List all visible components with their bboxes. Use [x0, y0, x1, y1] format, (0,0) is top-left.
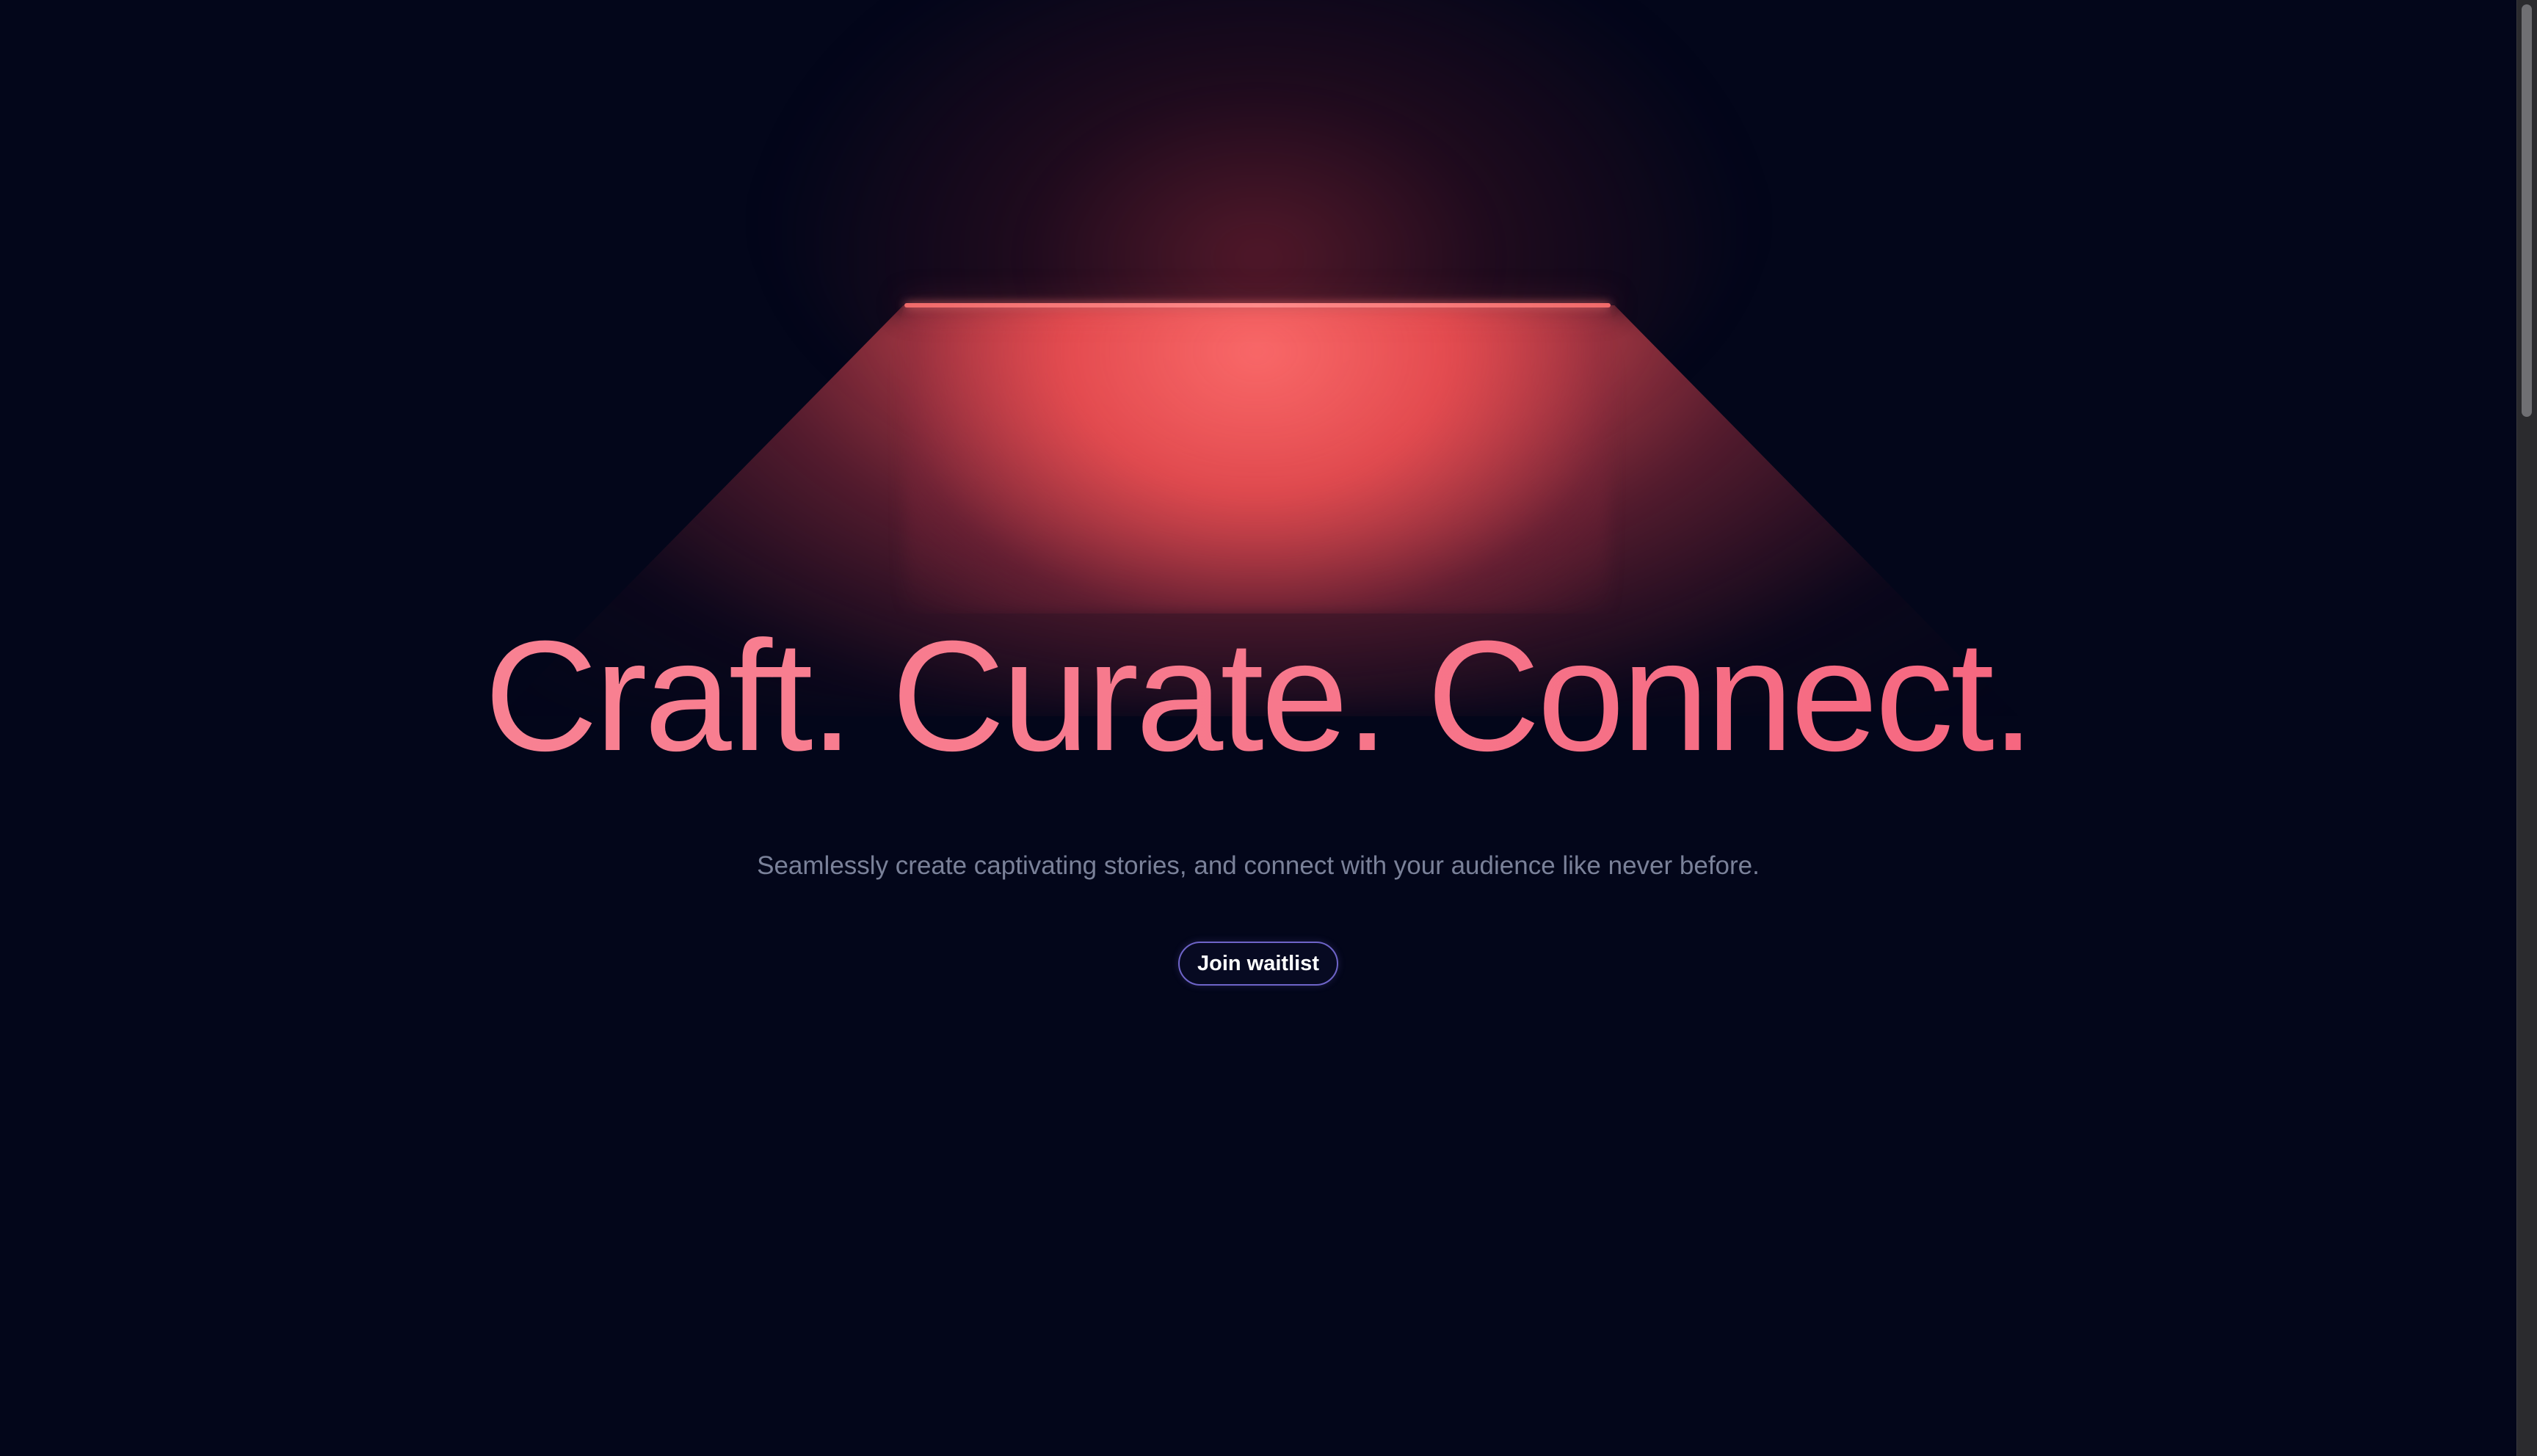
lamp-bar	[904, 303, 1611, 307]
lamp-glow-haze	[771, 0, 1747, 470]
scrollbar-thumb[interactable]	[2522, 4, 2532, 417]
landing-page: Craft. Curate. Connect. Seamlessly creat…	[0, 0, 2516, 1456]
vertical-scrollbar[interactable]	[2516, 0, 2537, 1456]
join-waitlist-button[interactable]: Join waitlist	[1178, 942, 1338, 986]
hero-subtitle: Seamlessly create captivating stories, a…	[757, 851, 1760, 880]
cta-container: Join waitlist	[0, 942, 2516, 986]
lamp-light-core	[904, 305, 1609, 614]
hero-headline: Craft. Curate. Connect.	[0, 618, 2516, 775]
